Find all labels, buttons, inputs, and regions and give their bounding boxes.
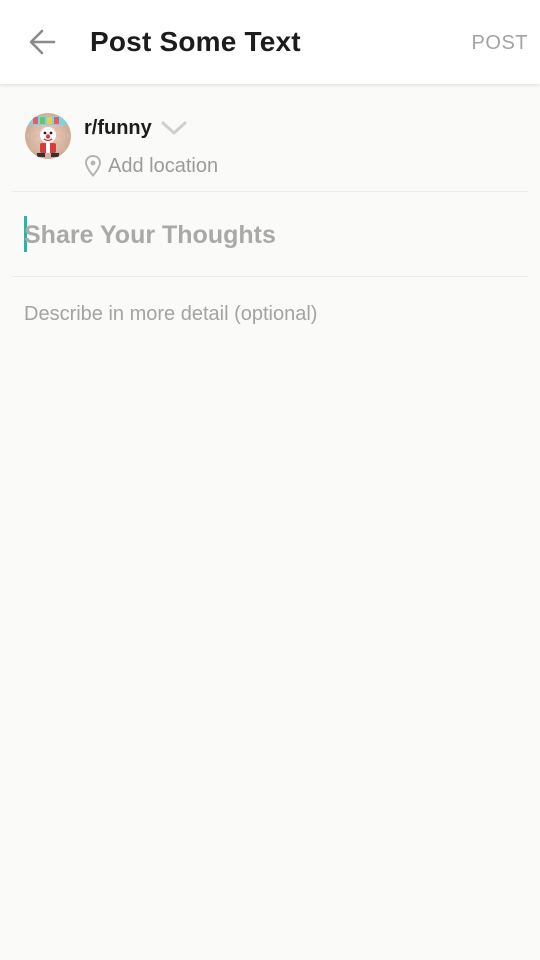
add-location-label: Add location bbox=[108, 155, 219, 177]
arrow-left-icon bbox=[29, 29, 56, 55]
map-pin-icon bbox=[84, 155, 102, 177]
title-field bbox=[12, 204, 528, 264]
app-bar: Post Some Text POST bbox=[0, 0, 540, 84]
community-name[interactable]: r/funny bbox=[84, 116, 152, 140]
body-field bbox=[12, 296, 528, 796]
title-input[interactable] bbox=[24, 214, 524, 256]
add-location-button[interactable]: Add location bbox=[84, 154, 218, 178]
divider bbox=[12, 191, 528, 192]
page-title: Post Some Text bbox=[90, 26, 301, 57]
body-input[interactable] bbox=[24, 300, 524, 700]
chevron-down-icon[interactable] bbox=[160, 118, 188, 138]
community-avatar bbox=[25, 113, 71, 159]
clown-avatar bbox=[25, 113, 71, 159]
divider bbox=[12, 276, 528, 277]
post-button[interactable]: POST bbox=[472, 30, 528, 56]
back-button[interactable] bbox=[24, 26, 60, 58]
post-text-screen: Post Some Text POST r/funny Add location… bbox=[0, 0, 540, 960]
community-selector[interactable]: r/funny Add location bbox=[0, 84, 540, 192]
